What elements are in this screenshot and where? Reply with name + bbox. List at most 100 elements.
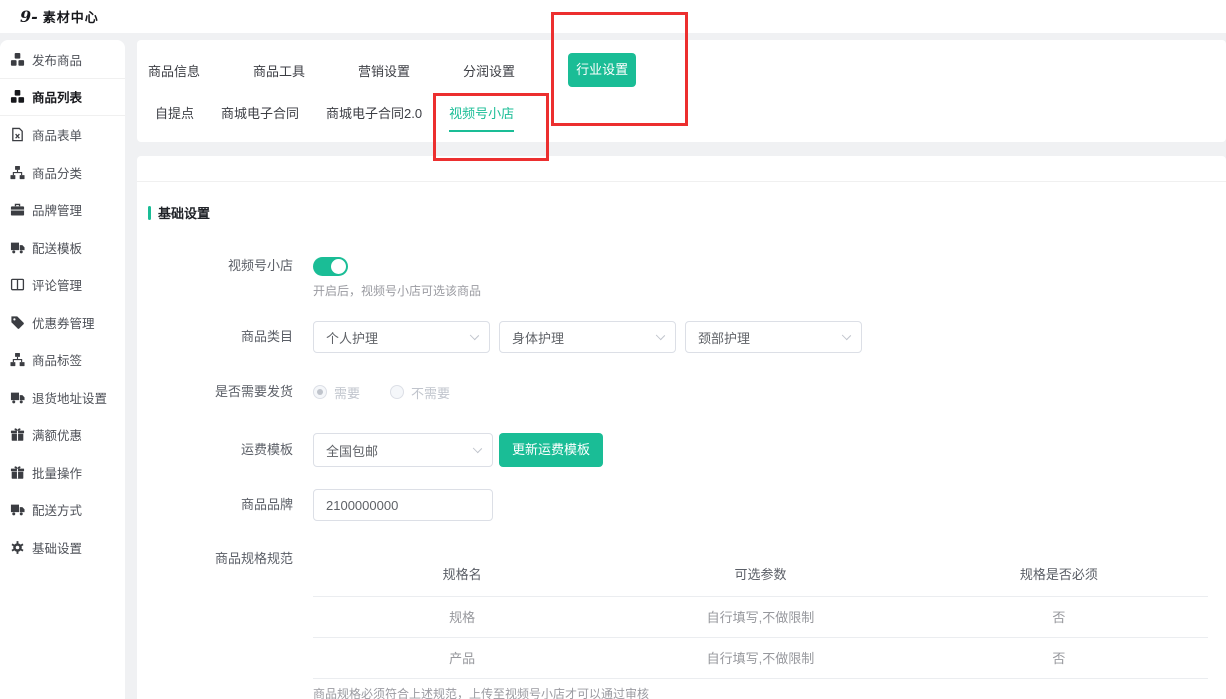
brand-label: 商品品牌 [137, 489, 303, 521]
spec-table-cell: 否 [910, 637, 1208, 678]
divider [137, 181, 1226, 182]
sidebar: 发布商品商品列表商品表单商品分类品牌管理配送模板评论管理优惠券管理商品标签退货地… [0, 40, 125, 699]
tab-secondary[interactable]: 自提点 [155, 103, 194, 122]
sidebar-item[interactable]: 退货地址设置 [0, 379, 125, 417]
freight-template-value: 全国包邮 [326, 441, 378, 460]
sidebar-item[interactable]: 批量操作 [0, 454, 125, 492]
section-header: 基础设置 [148, 203, 210, 222]
sidebar-item[interactable]: 评论管理 [0, 266, 125, 304]
sidebar-item[interactable]: 基础设置 [0, 529, 125, 567]
briefcase-icon [10, 202, 25, 217]
settings-panel: 基础设置 视频号小店 开启后，视频号小店可选该商品 商品类目 个人护理 身体护理 颈… [137, 156, 1226, 699]
category-select[interactable]: 身体护理 [499, 321, 676, 353]
cubes-icon [10, 52, 25, 67]
spec-table-row: 产品自行填写,不做限制否 [313, 637, 1208, 678]
sidebar-item-label: 配送方式 [32, 500, 82, 519]
spec-note: 商品规格必须符合上述规范，上传至视频号小店才可以通过审核 [313, 685, 1208, 699]
truck-icon [10, 240, 25, 255]
video-shop-toggle[interactable] [313, 257, 348, 276]
sidebar-item[interactable]: 商品列表 [0, 79, 125, 117]
spec-table-cell: 产品 [313, 637, 611, 678]
truck-icon [10, 390, 25, 405]
spec-table-cell: 自行填写,不做限制 [611, 596, 909, 637]
spec-table-row: 规格自行填写,不做限制否 [313, 596, 1208, 637]
category-row: 商品类目 个人护理 身体护理 颈部护理 [137, 321, 862, 353]
spec-table-header: 规格名 [313, 551, 611, 596]
sidebar-item[interactable]: 商品标签 [0, 341, 125, 379]
category-select-value: 身体护理 [512, 328, 564, 347]
gift-icon [10, 427, 25, 442]
chevron-down-icon [656, 331, 665, 340]
spec-table-cell: 自行填写,不做限制 [611, 637, 909, 678]
chevron-down-icon [842, 331, 851, 340]
sidebar-item[interactable]: 满额优惠 [0, 416, 125, 454]
topbar: 9- 素材中心 [0, 0, 1226, 33]
tab-secondary[interactable]: 商城电子合同 [221, 103, 299, 122]
sidebar-item-label: 评论管理 [32, 275, 82, 294]
need-delivery-label: 是否需要发货 [137, 382, 303, 402]
category-select-value: 颈部护理 [698, 328, 750, 347]
category-select[interactable]: 个人护理 [313, 321, 490, 353]
sidebar-item[interactable]: 配送方式 [0, 491, 125, 529]
tab-primary[interactable]: 营销设置 [358, 61, 410, 80]
category-label: 商品类目 [137, 321, 303, 353]
columns-icon [10, 277, 25, 292]
gear-icon [10, 540, 25, 555]
sitemap-icon [10, 165, 25, 180]
sidebar-item-label: 商品列表 [32, 87, 82, 106]
spec-table-cell: 否 [910, 596, 1208, 637]
truck-icon [10, 502, 25, 517]
radio-label: 需要 [334, 383, 360, 402]
sidebar-item-label: 配送模板 [32, 238, 82, 257]
freight-label: 运费模板 [137, 433, 303, 467]
sidebar-item-label: 优惠券管理 [32, 313, 95, 332]
radio-option: 不需要 [390, 383, 450, 402]
tabs-row-primary: 商品信息 商品工具 营销设置 分润设置 行业设置 [148, 53, 636, 87]
sidebar-item[interactable]: 商品分类 [0, 154, 125, 192]
sidebar-item[interactable]: 品牌管理 [0, 191, 125, 229]
tab-primary[interactable]: 商品工具 [253, 61, 305, 80]
sidebar-item-label: 商品分类 [32, 163, 82, 182]
radio-dot [317, 389, 323, 395]
tab-primary[interactable]: 商品信息 [148, 61, 200, 80]
sidebar-item[interactable]: 配送模板 [0, 229, 125, 267]
radio-need-delivery-checked: 需要 [313, 383, 360, 402]
tabs-panel: 商品信息 商品工具 营销设置 分润设置 行业设置 自提点 商城电子合同 商城电子合同2.0 视… [137, 40, 1226, 142]
tab-video-shop-active[interactable]: 视频号小店 [449, 103, 514, 122]
gift-icon [10, 465, 25, 480]
freight-template-select[interactable]: 全国包邮 [313, 433, 493, 467]
sidebar-item[interactable]: 发布商品 [0, 41, 125, 79]
brand-input[interactable] [313, 489, 493, 521]
section-accent-bar [148, 206, 151, 220]
spec-table: 规格名可选参数规格是否必须 规格自行填写,不做限制否产品自行填写,不做限制否 [313, 551, 1208, 679]
sidebar-item-label: 发布商品 [32, 50, 82, 69]
chevron-down-icon [473, 444, 482, 453]
sidebar-item-label: 满额优惠 [32, 425, 82, 444]
toggle-knob [331, 259, 346, 274]
freight-row: 运费模板 全国包邮 更新运费模板 [137, 433, 603, 467]
category-select[interactable]: 颈部护理 [685, 321, 862, 353]
spec-table-header: 规格是否必须 [910, 551, 1208, 596]
sidebar-item-label: 商品标签 [32, 350, 82, 369]
sidebar-item-label: 退货地址设置 [32, 388, 107, 407]
sidebar-item[interactable]: 优惠券管理 [0, 304, 125, 342]
spec-row: 商品规格规范 规格名可选参数规格是否必须 规格自行填写,不做限制否产品自行填写,… [137, 551, 1208, 699]
sidebar-item-label: 批量操作 [32, 463, 82, 482]
app-logo-icon: 9- [20, 7, 38, 26]
tab-primary[interactable]: 分润设置 [463, 61, 515, 80]
update-freight-template-button[interactable]: 更新运费模板 [499, 433, 603, 467]
cubes-icon [10, 89, 25, 104]
tab-industry-settings-highlighted[interactable]: 行业设置 [568, 53, 636, 87]
video-shop-row: 视频号小店 [137, 256, 348, 276]
page: 9- 素材中心 发布商品商品列表商品表单商品分类品牌管理配送模板评论管理优惠券管… [0, 0, 1226, 699]
sidebar-item-label: 基础设置 [32, 538, 82, 557]
video-shop-hint: 开启后，视频号小店可选该商品 [313, 282, 481, 299]
sitemap-icon [10, 352, 25, 367]
app-title: 素材中心 [43, 7, 99, 26]
need-delivery-row: 是否需要发货 需要 不需要 [137, 382, 450, 402]
video-shop-label: 视频号小店 [137, 256, 303, 276]
sidebar-item[interactable]: 商品表单 [0, 116, 125, 154]
sidebar-item-label: 品牌管理 [32, 200, 82, 219]
section-title: 基础设置 [158, 203, 210, 222]
tab-secondary[interactable]: 商城电子合同2.0 [326, 103, 422, 122]
